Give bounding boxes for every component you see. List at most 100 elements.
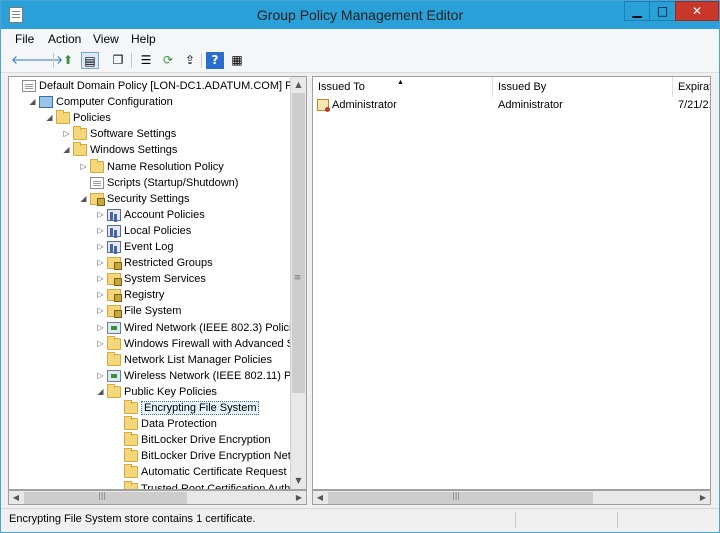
minimize-button[interactable]: ▁ — [624, 1, 650, 21]
scroll-left-arrow[interactable]: ◀ — [9, 491, 23, 504]
tree-node[interactable]: Scripts (Startup/Shutdown) — [79, 175, 238, 191]
help-button[interactable]: ? — [206, 52, 224, 69]
cell-issued-to: Administrator — [332, 99, 397, 111]
column-header-label: Issued To — [318, 81, 365, 93]
app-window: Group Policy Management Editor ▁ □ ✕ Fil… — [0, 0, 720, 533]
lock-icon — [90, 192, 105, 206]
tree-node[interactable]: ◢ Windows Settings — [62, 142, 177, 158]
expand-arrow-icon[interactable]: ▷ — [79, 159, 88, 175]
expand-arrow-icon[interactable]: ▷ — [96, 207, 105, 223]
expand-arrow-icon[interactable]: ▷ — [96, 239, 105, 255]
tree-node[interactable]: ▷ Software Settings — [62, 126, 176, 142]
expand-arrow-icon[interactable]: ▷ — [96, 223, 105, 239]
tree-node[interactable]: ▷ Registry — [96, 287, 164, 303]
expand-arrow-icon[interactable]: ▷ — [96, 368, 105, 384]
close-button[interactable]: ✕ — [675, 1, 719, 21]
expand-arrow-icon[interactable]: ▷ — [96, 303, 105, 319]
column-header-issued-by[interactable]: Issued By — [493, 77, 673, 97]
policy-icon — [107, 208, 121, 221]
list-item[interactable]: Administrator — [317, 97, 493, 113]
expand-arrow-icon[interactable]: ▷ — [62, 126, 71, 142]
scroll-down-arrow[interactable]: ▼ — [291, 473, 306, 489]
folder-icon — [124, 416, 138, 431]
menu-help[interactable]: Help — [131, 32, 156, 46]
scroll-up-arrow[interactable]: ▲ — [291, 77, 306, 93]
folder-icon — [124, 432, 138, 447]
policy-icon — [107, 241, 121, 253]
collapse-arrow-icon[interactable]: ◢ — [62, 142, 71, 158]
forward-button[interactable]: 🡒 — [31, 52, 63, 69]
menu-file[interactable]: File — [15, 32, 34, 46]
expand-arrow-icon[interactable]: ▷ — [96, 336, 105, 352]
column-header-issued-to[interactable]: Issued To ▲ — [313, 77, 493, 97]
tree-node[interactable]: ▷ Wired Network (IEEE 802.3) Policies — [96, 320, 290, 336]
details-pane[interactable]: Issued To ▲ Issued By Expiratio Administ… — [312, 76, 711, 490]
tree-node-label: Windows Firewall with Advanced Sec — [124, 337, 290, 350]
tree-node[interactable]: ◢ Policies — [45, 110, 111, 126]
tree-node[interactable]: ▷ Windows Firewall with Advanced Sec — [96, 335, 290, 352]
export-list-button[interactable]: ⇪ — [181, 52, 199, 69]
up-folder-button[interactable]: ⬆ — [59, 52, 77, 69]
collapse-arrow-icon[interactable]: ◢ — [96, 384, 105, 400]
tree-node[interactable]: ▷ Wireless Network (IEEE 802.11) Polici — [96, 368, 290, 384]
column-header-expiration[interactable]: Expiratio — [673, 77, 710, 97]
tree-node[interactable]: Encrypting File System — [113, 400, 260, 416]
tree-vertical-scrollbar[interactable]: ▲ ≡ ▼ — [290, 76, 307, 490]
tree-node-label: Restricted Groups — [124, 257, 213, 270]
view-button[interactable]: ▦ — [228, 52, 246, 69]
copy-button[interactable]: ❐ — [109, 52, 127, 69]
doc-icon — [90, 176, 104, 189]
maximize-button[interactable]: □ — [649, 1, 676, 21]
menu-action[interactable]: Action — [48, 32, 81, 46]
scroll-right-arrow[interactable]: ▶ — [696, 491, 710, 504]
tree-node[interactable]: Trusted Root Certification Autho — [113, 480, 290, 489]
tree-node[interactable]: ◢ Public Key Policies — [96, 383, 217, 400]
expand-arrow-icon[interactable]: ▷ — [96, 255, 105, 271]
tree-node[interactable]: ▷ Local Policies — [96, 223, 191, 239]
properties-button[interactable]: ☰ — [137, 52, 155, 69]
tree-node[interactable]: BitLocker Drive Encryption — [113, 432, 271, 448]
tree-node-label: Default Domain Policy [LON-DC1.ADATUM.CO… — [39, 80, 290, 92]
tree-node[interactable]: ▷ File System — [96, 303, 181, 319]
tree-node[interactable]: ▷ Account Policies — [96, 207, 205, 223]
tree-node[interactable]: BitLocker Drive Encryption Netwo — [113, 448, 290, 464]
expand-arrow-icon[interactable]: ▷ — [96, 271, 105, 287]
tree-node[interactable]: Default Domain Policy [LON-DC1.ADATUM.CO… — [11, 78, 290, 94]
expand-arrow-icon[interactable]: ▷ — [96, 320, 105, 336]
expand-arrow-icon[interactable]: ▷ — [96, 287, 105, 303]
refresh-button[interactable]: ⟳ — [159, 52, 177, 69]
lock-icon — [107, 305, 122, 319]
collapse-arrow-icon[interactable]: ◢ — [79, 191, 88, 207]
scroll-right-arrow[interactable]: ▶ — [292, 491, 306, 504]
tree-node[interactable]: Data Protection — [113, 416, 217, 432]
tree-node-label: Event Log — [124, 241, 174, 253]
tree-node-label: Encrypting File System — [141, 401, 260, 415]
folder-icon — [124, 400, 138, 414]
folder-icon — [73, 126, 87, 141]
tree-node[interactable]: ◢ Computer Configuration — [28, 94, 173, 110]
tree-node[interactable]: Network List Manager Policies — [96, 351, 272, 368]
net-icon — [107, 369, 121, 382]
tree-node[interactable]: ◢ Security Settings — [79, 191, 190, 207]
scroll-thumb[interactable]: ||| — [24, 491, 187, 504]
console-tree[interactable]: Default Domain Policy [LON-DC1.ADATUM.CO… — [8, 76, 290, 490]
scroll-left-arrow[interactable]: ◀ — [313, 491, 327, 504]
scroll-thumb[interactable]: ||| — [328, 491, 593, 504]
collapse-arrow-icon[interactable]: ◢ — [28, 94, 37, 110]
collapse-arrow-icon[interactable]: ◢ — [45, 110, 54, 126]
tree-node[interactable]: ▷ Event Log — [96, 239, 174, 255]
lock-icon — [107, 257, 122, 271]
menu-bar: File Action View Help — [1, 29, 719, 49]
tree-node[interactable]: ▷ Name Resolution Policy — [79, 158, 224, 175]
details-horizontal-scrollbar[interactable]: ◀ ||| ▶ — [312, 490, 711, 505]
scroll-thumb[interactable] — [292, 93, 305, 393]
tree-node[interactable]: ▷ Restricted Groups — [96, 255, 213, 271]
toolbar-separator — [131, 53, 132, 68]
back-button[interactable]: 🡐 — [11, 52, 43, 69]
menu-view[interactable]: View — [93, 32, 119, 46]
tree-node[interactable]: ▷ System Services — [96, 271, 206, 287]
show-hide-tree-button[interactable]: ▤ — [81, 52, 99, 69]
title-bar[interactable]: Group Policy Management Editor ▁ □ ✕ — [1, 1, 719, 29]
tree-node[interactable]: Automatic Certificate Request Se — [113, 464, 290, 480]
tree-horizontal-scrollbar[interactable]: ◀ ||| ▶ — [8, 490, 307, 505]
